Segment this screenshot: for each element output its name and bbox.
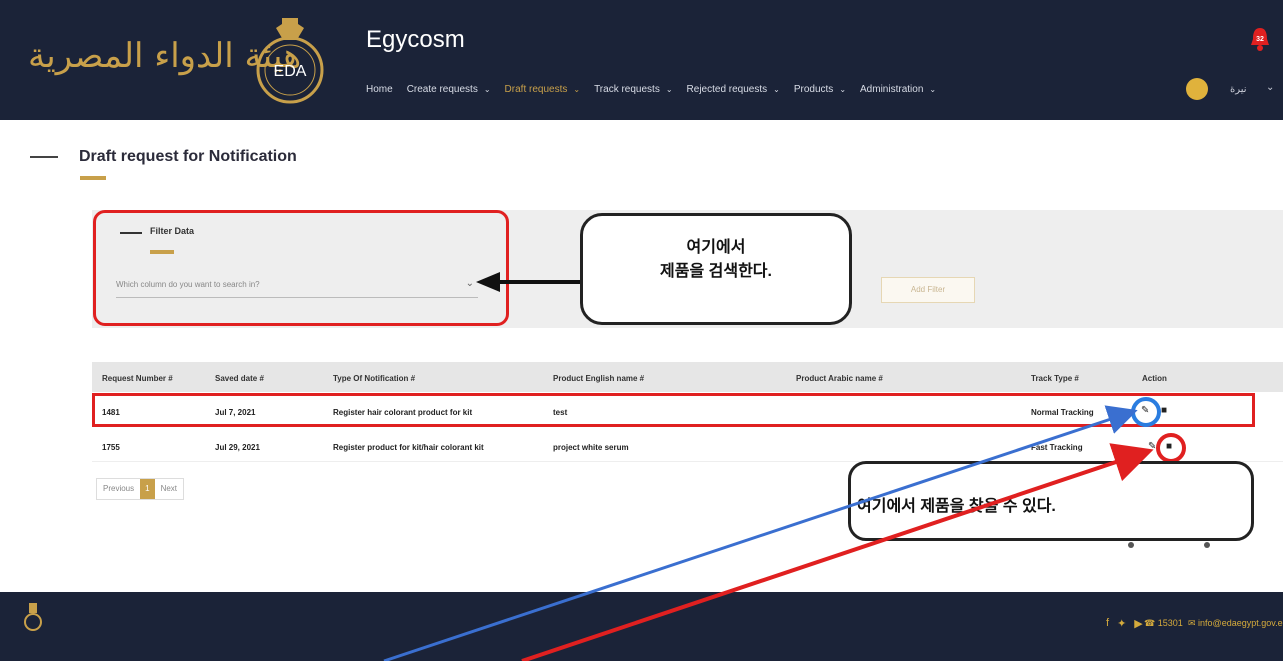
column-header[interactable]: Product English name # (553, 374, 644, 383)
column-header[interactable]: Type Of Notification # (333, 374, 415, 383)
notification-count: 32 (1256, 36, 1264, 43)
table-row (92, 432, 1283, 462)
search-callout-line2: 제품을 검색한다. (660, 263, 772, 280)
left-arrow-annotation (476, 272, 584, 292)
chevron-down-icon: ⌄ (839, 85, 847, 94)
edit-highlight-circle (1131, 397, 1161, 427)
user-name[interactable]: نيرة (1230, 84, 1247, 95)
find-callout: 여기에서 제품을 찾을 수 있다. (848, 461, 1254, 541)
nav-home[interactable]: Home (366, 84, 393, 95)
user-avatar[interactable] (1186, 78, 1208, 100)
nav-rejected-requests[interactable]: Rejected requests ⌄ (687, 84, 780, 95)
cell-notification-type: Register product for kit/hair colorant k… (333, 443, 484, 452)
nav-draft-requests[interactable]: Draft requests ⌄ (505, 84, 581, 95)
chevron-down-icon: ⌄ (483, 85, 491, 94)
twitter-icon[interactable]: ✦ (1117, 617, 1126, 630)
social-icons: f ✦ ▶ (1106, 617, 1143, 630)
chevron-down-icon[interactable]: ⌄ (1266, 82, 1274, 93)
current-page-button[interactable]: 1 (140, 479, 155, 499)
chevron-down-icon: ⌄ (929, 85, 937, 94)
add-filter-button[interactable]: Add Filter (881, 277, 975, 303)
page-root: هيئة الدواء المصرية EDA Egycosm Home Cre… (0, 0, 1283, 661)
page-title: Draft request for Notification (79, 148, 297, 165)
cell-request-number: 1755 (102, 443, 120, 452)
facebook-icon[interactable]: f (1106, 617, 1109, 630)
title-dash (30, 156, 58, 158)
cell-saved-date: Jul 29, 2021 (215, 443, 260, 452)
column-header: Action (1142, 374, 1167, 383)
filter-highlight-box (93, 210, 509, 326)
main-nav: Home Create requests ⌄ Draft requests ⌄ Tr… (366, 84, 950, 95)
search-callout: 여기에서 제품을 검색한다. (580, 213, 852, 325)
cell-english-name: project white serum (553, 443, 629, 452)
pagination: Previous 1 Next (96, 478, 185, 500)
column-header[interactable]: Product Arabic name # (796, 374, 883, 383)
column-header[interactable]: Saved date # (215, 374, 264, 383)
column-header[interactable]: Track Type # (1031, 374, 1079, 383)
nav-administration[interactable]: Administration ⌄ (860, 84, 936, 95)
callout-dot (1204, 542, 1210, 548)
footer-email[interactable]: ✉ info@edaegypt.gov.eg (1188, 618, 1283, 629)
nav-products[interactable]: Products ⌄ (794, 84, 846, 95)
previous-page-button[interactable]: Previous (97, 479, 140, 499)
chevron-down-icon: ⌄ (573, 85, 581, 94)
search-callout-line1: 여기에서 (686, 239, 746, 256)
nav-track-requests[interactable]: Track requests ⌄ (594, 84, 672, 95)
column-header[interactable]: Request Number # (102, 374, 173, 383)
table-header (92, 362, 1283, 392)
footer-phone: ☎ 15301 (1144, 618, 1183, 628)
app-title: Egycosm (366, 26, 465, 53)
youtube-icon[interactable]: ▶ (1134, 617, 1142, 630)
delete-highlight-circle (1156, 433, 1186, 463)
eda-seal-logo: EDA (256, 18, 324, 104)
seal-text: EDA (274, 63, 307, 80)
chevron-down-icon: ⌄ (665, 85, 673, 94)
footer (0, 592, 1283, 661)
row-highlight-box (92, 393, 1255, 427)
callout-dot (1128, 542, 1134, 548)
chevron-down-icon: ⌄ (773, 85, 780, 94)
nav-create-requests[interactable]: Create requests ⌄ (407, 84, 491, 95)
title-accent-bar (80, 176, 106, 180)
notification-bell-icon[interactable]: 32 (1249, 26, 1271, 52)
cell-track-type: Fast Tracking (1031, 443, 1083, 452)
footer-seal-logo (24, 603, 42, 631)
next-page-button[interactable]: Next (155, 479, 183, 499)
